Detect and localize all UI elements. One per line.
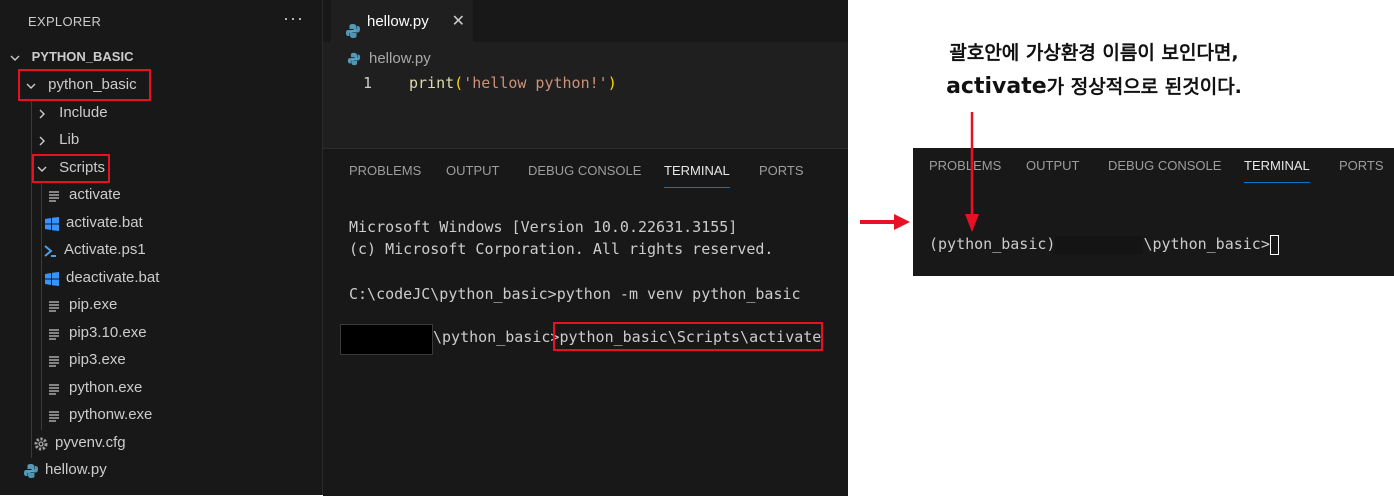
terminal-prompt: \python_basic> [1143,235,1270,253]
tree-item-pythonw-exe[interactable]: pythonw.exe [47,402,152,428]
text-file-icon [47,380,63,396]
tree-item-label: Include [59,104,108,121]
tree-item-label: pip3.exe [69,351,126,368]
tree-item-activate-bat[interactable]: activate.bat [44,210,143,236]
tree-item-pip3-exe[interactable]: pip3.exe [47,347,126,373]
tree-item-pyvenv-cfg[interactable]: pyvenv.cfg [33,430,126,456]
tab-output[interactable]: OUTPUT [446,163,499,178]
windows-icon [44,215,60,232]
tab-problems[interactable]: PROBLEMS [349,163,421,178]
annotation-line-1: 괄호안에 가상환경 이름이 보인다면, [949,42,1239,64]
highlight-python-basic-folder [18,69,151,101]
annotation-keyword: activate [946,74,1047,99]
tree-item-activate[interactable]: activate [47,182,121,208]
terminal-line: Microsoft Windows [Version 10.0.22631.31… [349,218,738,236]
tab-terminal[interactable]: TERMINAL [1244,158,1310,183]
redacted-path [1055,235,1144,254]
code-text: print('hellow python!') [409,71,617,95]
terminal-cursor [1269,234,1279,255]
editor-tab-label: hellow.py [367,13,429,30]
powershell-icon [42,242,58,258]
workspace-root-label: PYTHON_BASIC [31,49,134,64]
tree-item-hellow-py[interactable]: hellow.py [23,457,107,483]
workspace-root[interactable]: PYTHON_BASIC [8,44,133,70]
windows-icon [44,270,60,287]
explorer-header: EXPLORER [28,14,102,29]
editor-area: hellow.py ✕ hellow.py 1 print('hellow py… [322,0,848,496]
tree-item-label: Activate.ps1 [64,241,146,258]
tab-ports[interactable]: PORTS [1339,158,1384,173]
tree-item-label: python.exe [69,379,143,396]
python-icon [347,51,363,67]
tree-item-pip-exe[interactable]: pip.exe [47,292,117,318]
chevron-right-icon [35,127,49,153]
result-terminal-panel: PROBLEMS OUTPUT DEBUG CONSOLE TERMINAL P… [913,148,1394,276]
python-icon [345,14,361,39]
breadcrumb[interactable]: hellow.py [347,48,431,70]
editor-tab-hellow-py[interactable]: hellow.py ✕ [331,0,473,43]
tree-item-label: pip3.10.exe [69,324,147,341]
breadcrumb-file: hellow.py [369,50,431,67]
tree-item-label: pip.exe [69,296,118,313]
tree-item-label: activate [69,186,121,203]
highlight-scripts-folder [32,154,110,183]
annotation-line-2: activate가 정상적으로 된것이다. [914,72,1274,99]
text-file-icon [47,407,63,423]
terminal-line: C:\codeJC\python_basic>python -m venv py… [349,285,801,303]
text-file-icon [47,352,63,368]
tree-item-activate-ps1[interactable]: Activate.ps1 [42,237,146,263]
result-terminal-line[interactable]: (python_basic) \python_basic> [929,233,1279,255]
line-number: 1 [363,74,373,92]
code-string: 'hellow python!' [463,74,608,92]
tab-debug-console[interactable]: DEBUG CONSOLE [1108,158,1221,173]
tab-debug-console[interactable]: DEBUG CONSOLE [528,163,641,178]
tree-item-include[interactable]: Include [35,100,108,126]
right-arrow-icon [860,214,910,230]
tab-terminal[interactable]: TERMINAL [664,163,730,188]
chevron-right-icon [35,100,49,126]
tree-item-python-exe[interactable]: python.exe [47,375,142,401]
text-file-icon [47,297,63,313]
gear-icon [33,435,49,451]
python-icon [23,462,39,479]
text-file-icon [47,325,63,341]
highlight-activate-command [553,322,823,351]
tree-item-label: hellow.py [45,461,107,478]
close-icon[interactable]: ✕ [452,1,465,43]
redacted-path [340,324,433,355]
tree-item-label: activate.bat [66,214,143,231]
tree-item-label: Lib [59,131,80,148]
more-actions-icon[interactable]: ··· [283,8,304,29]
tree-item-label: pyvenv.cfg [55,434,126,451]
tree-item-label: deactivate.bat [66,269,160,286]
code-paren-open: ( [454,74,464,92]
tree-item-deactivate-bat[interactable]: deactivate.bat [44,265,159,291]
tab-output[interactable]: OUTPUT [1026,158,1079,173]
text-file-icon [47,187,63,203]
tab-ports[interactable]: PORTS [759,163,804,178]
code-paren-close: ) [607,74,617,92]
chevron-down-icon [8,44,22,70]
tree-item-pip310-exe[interactable]: pip3.10.exe [47,320,147,346]
annotation-rest: 가 정상적으로 된것이다. [1046,76,1242,98]
terminal-line: (c) Microsoft Corporation. All rights re… [349,240,774,258]
down-arrow-icon [965,112,979,232]
venv-name: (python_basic) [929,235,1056,253]
code-function: print [409,74,455,92]
tree-item-label: pythonw.exe [69,406,153,423]
terminal-prompt: \python_basic> [433,328,560,346]
editor-tab-bar: hellow.py ✕ [323,0,848,43]
tree-item-lib[interactable]: Lib [35,127,79,153]
